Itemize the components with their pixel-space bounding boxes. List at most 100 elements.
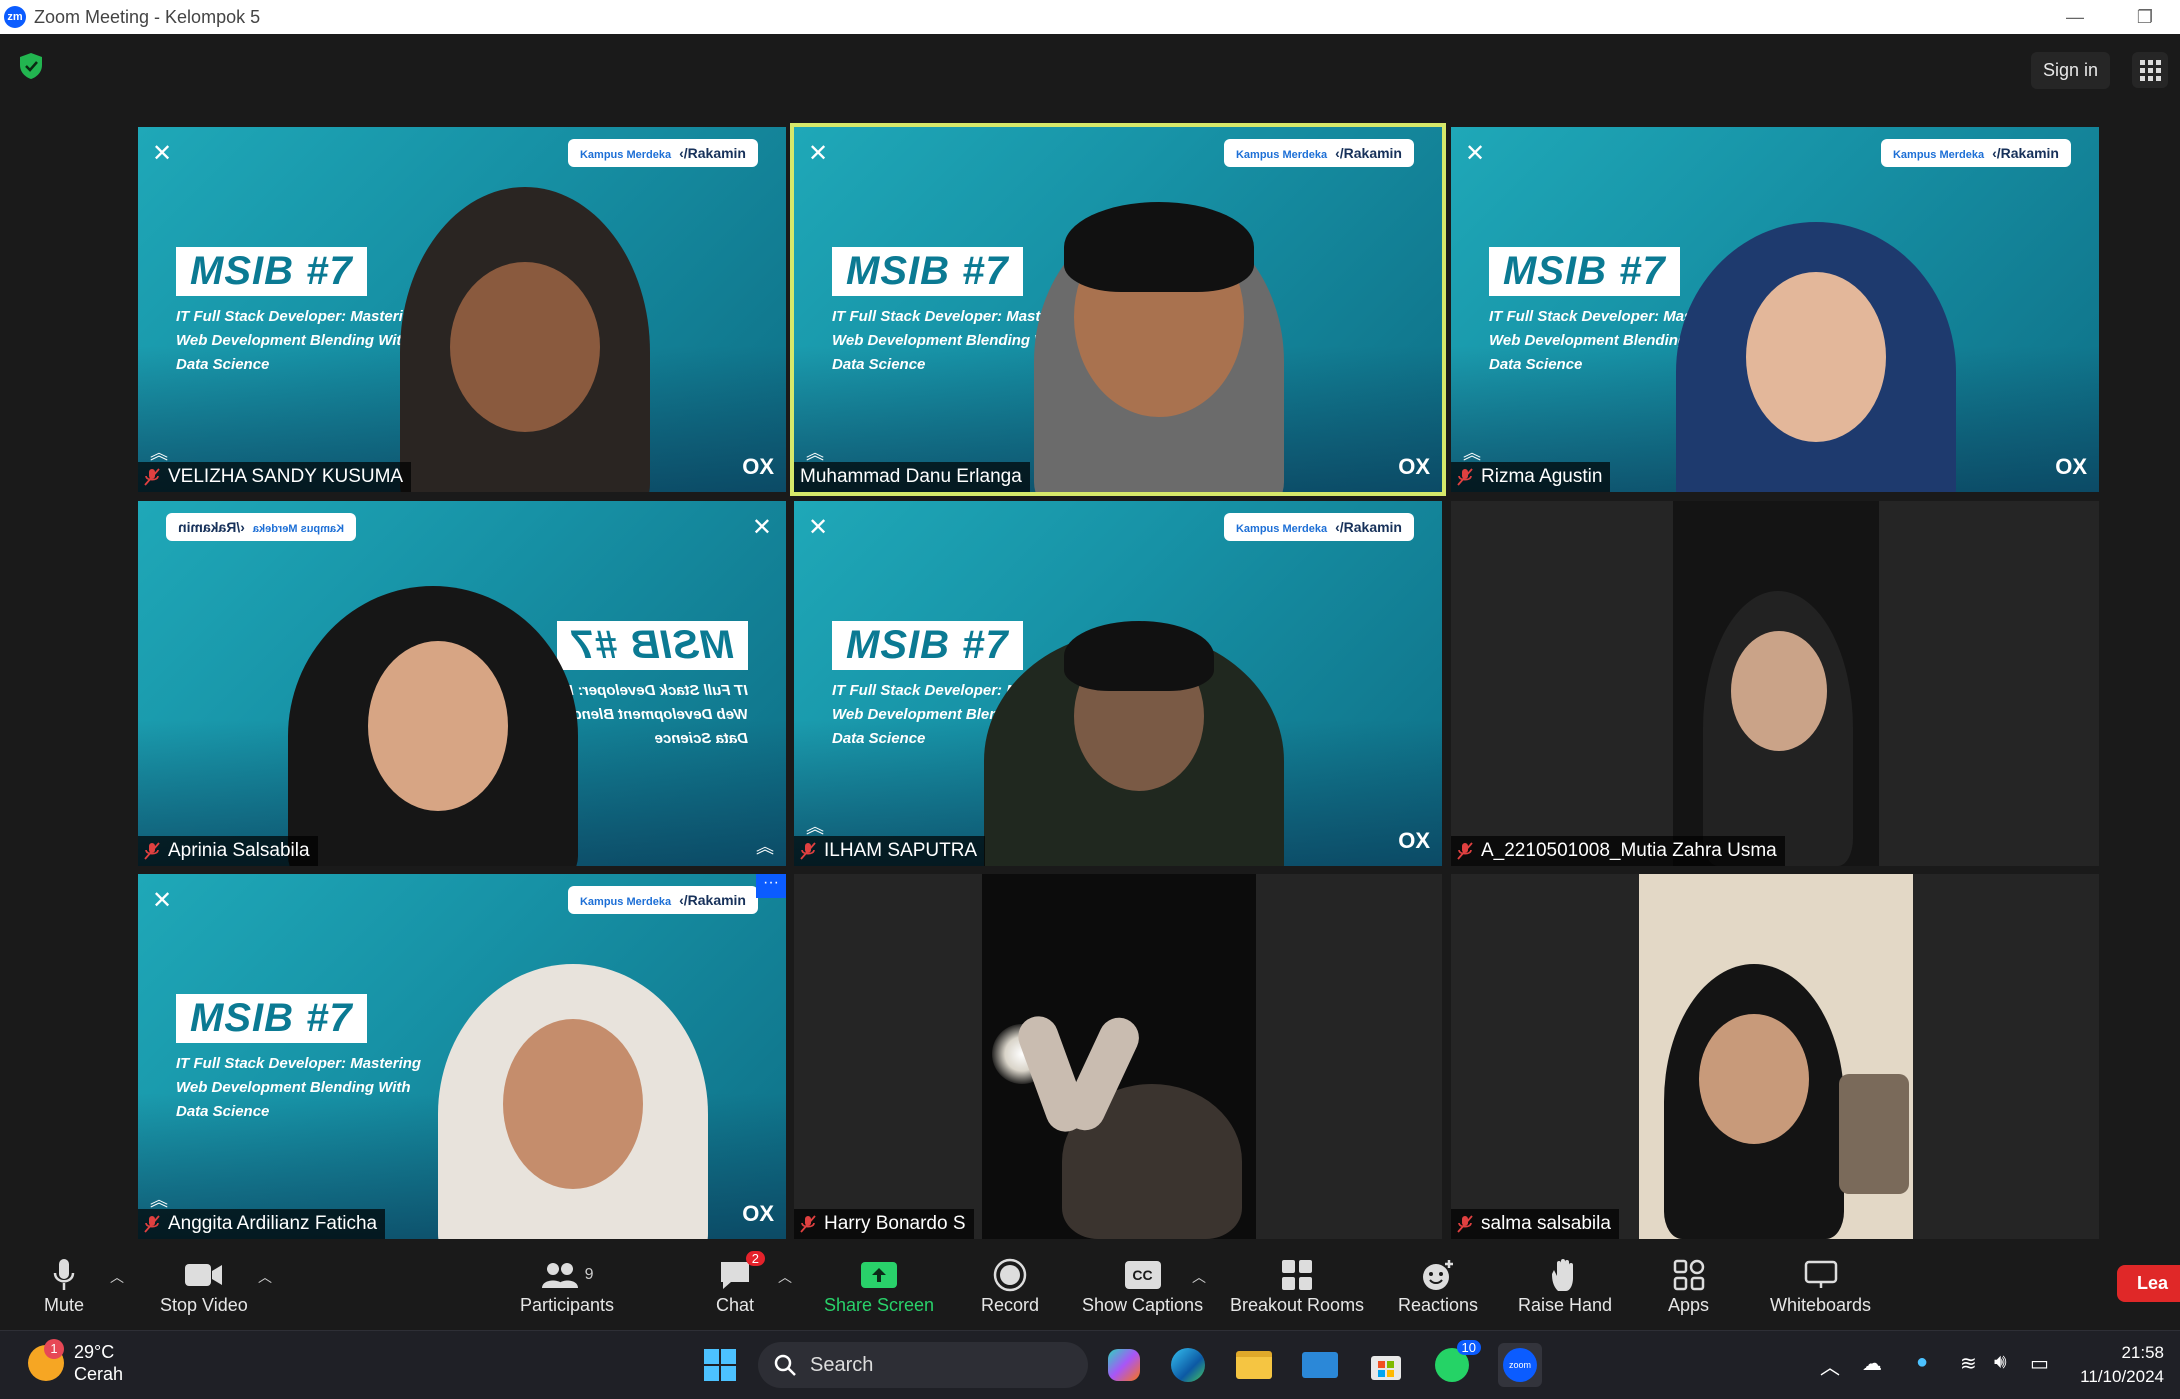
mic-muted-icon xyxy=(144,1215,160,1233)
more-options-button[interactable]: ··· xyxy=(756,874,786,898)
banner-subtitle: IT Full Stack Developer: Mastering Web De… xyxy=(176,1055,422,1120)
participants-button[interactable]: 9 Participants xyxy=(520,1255,614,1316)
restore-button[interactable]: ❐ xyxy=(2110,0,2180,34)
chat-icon xyxy=(721,1262,750,1289)
windows-start-icon[interactable] xyxy=(698,1343,742,1387)
participant-name: Muhammad Danu Erlanga xyxy=(794,462,1030,492)
microphone-icon xyxy=(53,1259,75,1290)
whatsapp-icon[interactable]: 10 xyxy=(1430,1340,1481,1387)
weather-widget[interactable]: 1 29°C Cerah xyxy=(28,1339,124,1385)
mic-muted-icon xyxy=(800,1215,816,1233)
participant-name: VELIZHA SANDY KUSUMA xyxy=(138,462,412,492)
microsoft-store-icon[interactable] xyxy=(1364,1343,1408,1387)
taskbar-search-input[interactable]: Search xyxy=(758,1342,1088,1388)
chevron-up-icon: ︽ xyxy=(150,443,168,463)
tray-overflow-chevron-icon[interactable]: ︿ xyxy=(1820,1351,1840,1380)
minimize-button[interactable]: — xyxy=(2040,0,2110,34)
edge-browser-icon[interactable] xyxy=(1166,1343,1210,1387)
video-tile[interactable]: Kampus Merdeka‹/Rakamin MSIB #7 IT Full … xyxy=(138,127,786,492)
search-icon xyxy=(774,1354,796,1376)
audio-options-chevron-icon[interactable]: ︿ xyxy=(110,1267,124,1287)
breakout-rooms-button[interactable]: Breakout Rooms xyxy=(1230,1255,1364,1316)
participant-name: Anggita Ardilianz Faticha xyxy=(138,1209,386,1239)
video-tile[interactable]: Kampus Merdeka‹/Rakamin MSIB #7 IT Full … xyxy=(794,501,1442,866)
rakamin-logo: Kampus Merdeka‹/Rakamin xyxy=(567,139,758,167)
participant-name: salma salsabila xyxy=(1451,1209,1619,1239)
apps-button[interactable]: Apps xyxy=(1668,1255,1709,1316)
participant-video xyxy=(1673,501,1879,866)
mic-muted-icon xyxy=(800,842,816,860)
mail-icon[interactable] xyxy=(1298,1343,1342,1387)
close-icon[interactable]: ✕ xyxy=(808,513,828,542)
copilot-icon[interactable] xyxy=(1102,1343,1146,1387)
weather-description: Cerah xyxy=(74,1364,124,1384)
video-tile[interactable]: Kampus Merdeka‹/Rakamin MSIB #7 IT Full … xyxy=(138,501,786,866)
video-tile[interactable]: salma salsabila xyxy=(1451,874,2099,1239)
chat-options-chevron-icon[interactable]: ︿ xyxy=(778,1267,792,1287)
video-tile[interactable]: Harry Bonardo S xyxy=(794,874,1442,1239)
close-icon[interactable]: ✕ xyxy=(152,886,172,915)
captions-options-chevron-icon[interactable]: ︿ xyxy=(1192,1267,1206,1287)
rakamin-logo: Kampus Merdeka‹/Rakamin xyxy=(567,886,758,914)
video-tile-active-speaker[interactable]: Kampus Merdeka ‹/Rakamin MSIB #7 IT Full … xyxy=(790,123,1446,496)
leave-button[interactable]: Lea xyxy=(2116,1265,2180,1302)
close-icon[interactable]: ✕ xyxy=(808,139,828,168)
participant-video xyxy=(984,621,1284,866)
close-icon[interactable]: ✕ xyxy=(752,513,772,542)
microphone-tray-icon[interactable]: ● xyxy=(1916,1351,1928,1374)
video-tile[interactable]: Kampus Merdeka ‹/Rakamin ··· MSIB #7 IT F… xyxy=(138,874,786,1239)
mic-muted-icon xyxy=(144,842,160,860)
zoom-taskbar-icon[interactable]: zoom xyxy=(1498,1343,1542,1387)
msib-banner: MSIB #7 xyxy=(1489,247,1680,296)
video-options-chevron-icon[interactable]: ︿ xyxy=(258,1267,272,1287)
security-shield-icon[interactable] xyxy=(18,52,44,80)
mic-muted-icon xyxy=(1457,842,1473,860)
record-button[interactable]: Record xyxy=(981,1255,1039,1316)
file-explorer-icon[interactable] xyxy=(1232,1343,1276,1387)
video-tile[interactable]: A_2210501008_Mutia Zahra Usma xyxy=(1451,501,2099,866)
close-icon[interactable]: ✕ xyxy=(1465,139,1485,168)
battery-icon[interactable]: ▭ xyxy=(2030,1351,2049,1376)
show-captions-button[interactable]: CC Show Captions xyxy=(1082,1255,1203,1316)
mute-button[interactable]: Mute xyxy=(44,1255,84,1316)
volume-icon[interactable]: 🔊︎ xyxy=(1994,1351,2007,1374)
mic-muted-icon xyxy=(1457,1215,1473,1233)
ox-icon: OX xyxy=(742,1201,774,1226)
apps-icon xyxy=(1673,1259,1704,1291)
view-grid-icon[interactable] xyxy=(2132,52,2168,88)
participants-icon xyxy=(541,1263,578,1288)
chat-button[interactable]: 2 Chat xyxy=(716,1251,766,1316)
stop-video-button[interactable]: Stop Video xyxy=(160,1255,248,1316)
share-screen-button[interactable]: Share Screen xyxy=(824,1255,934,1316)
wifi-icon[interactable]: ≋ xyxy=(1960,1351,1977,1376)
system-clock[interactable]: 21:58 11/10/2024 xyxy=(2080,1341,2164,1389)
weather-sun-icon: 1 xyxy=(28,1339,64,1381)
ox-icon: OX xyxy=(1398,828,1430,853)
participant-name: A_2210501008_Mutia Zahra Usma xyxy=(1451,836,1785,866)
participant-video xyxy=(400,187,650,492)
participant-name: Harry Bonardo S xyxy=(794,1209,974,1239)
participant-video xyxy=(982,874,1256,1239)
title-bar: zm Zoom Meeting - Kelompok 5 — ❐ xyxy=(0,0,2180,34)
chevron-up-icon: ︽ xyxy=(150,1190,168,1210)
chevron-up-icon: ︽ xyxy=(756,837,774,857)
reactions-icon xyxy=(1423,1260,1454,1290)
captions-icon: CC xyxy=(1124,1261,1161,1289)
msib-banner: MSIB #7 xyxy=(176,247,367,296)
zoom-app-icon: zm xyxy=(4,6,26,28)
whiteboards-button[interactable]: Whiteboards xyxy=(1770,1255,1871,1316)
rakamin-logo: Kampus Merdeka‹/Rakamin xyxy=(1223,139,1414,167)
sign-in-button[interactable]: Sign in xyxy=(2030,52,2110,89)
close-icon[interactable]: ✕ xyxy=(152,139,172,168)
reactions-button[interactable]: Reactions xyxy=(1398,1255,1478,1316)
onedrive-cloud-icon[interactable]: ☁ xyxy=(1862,1351,1882,1376)
video-tile[interactable]: Kampus Merdeka‹/Rakamin MSIB #7 IT Full … xyxy=(1451,127,2099,492)
raise-hand-button[interactable]: Raise Hand xyxy=(1518,1255,1612,1316)
participant-video xyxy=(438,964,708,1239)
rakamin-logo: Kampus Merdeka‹/Rakamin xyxy=(1880,139,2071,167)
mic-muted-icon xyxy=(1457,468,1473,486)
msib-banner: MSIB #7 xyxy=(557,621,748,670)
video-camera-icon xyxy=(184,1264,222,1286)
raise-hand-icon xyxy=(1552,1259,1574,1291)
meeting-toolbar: Mute ︿ Stop Video ︿ 9 Participants 2 Cha… xyxy=(0,1245,2180,1330)
